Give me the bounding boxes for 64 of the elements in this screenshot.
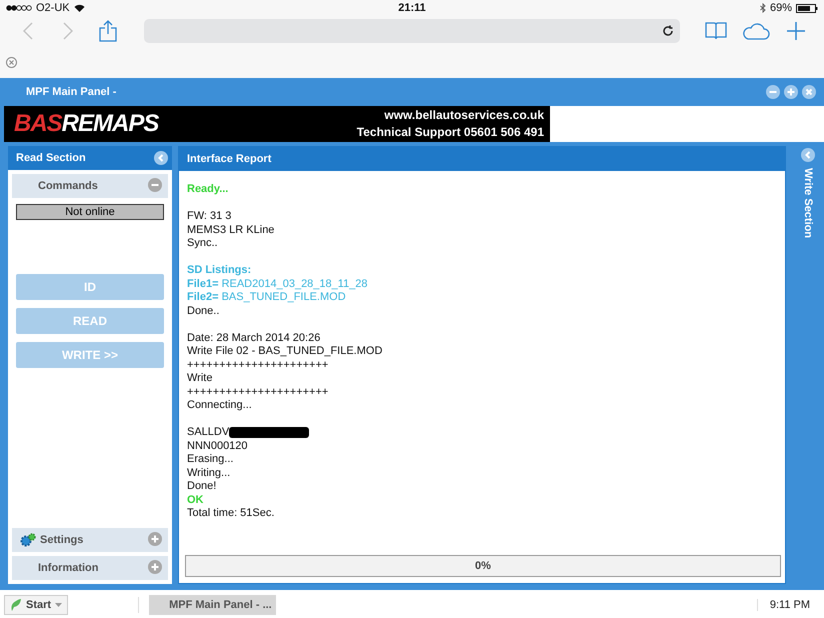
log-line: NNN000120: [187, 440, 249, 453]
log-line: Total time: 51Sec.: [187, 507, 276, 520]
accordion-header[interactable]: Information: [12, 556, 168, 580]
log-line: Date: 28 March 2014 20:26: [187, 332, 322, 345]
minimize-button[interactable]: [766, 85, 780, 99]
accordion-header[interactable]: Commands: [12, 174, 168, 198]
wifi-icon: [74, 4, 85, 12]
close-button[interactable]: [802, 85, 816, 99]
caret-icon: [55, 603, 62, 607]
maximize-button[interactable]: [784, 85, 798, 99]
log-line: Erasing...: [187, 453, 234, 466]
leaf-icon: [10, 598, 22, 612]
clock: 21:11: [398, 2, 426, 14]
accordion-title: Settings: [40, 534, 84, 546]
log-line: OK: [187, 494, 204, 507]
file-listing: File2= BAS_TUNED_FILE.MOD: [187, 291, 347, 304]
collapse-button[interactable]: [148, 178, 162, 192]
share-icon[interactable]: [99, 20, 117, 42]
panel-title: Read Section: [16, 152, 86, 164]
gears-icon: [20, 533, 36, 547]
battery-percentage: 69%: [770, 2, 792, 14]
address-field[interactable]: [144, 19, 680, 43]
start-button[interactable]: Start: [4, 595, 68, 615]
log-line: ++++++++++++++++++++++: [187, 358, 330, 372]
status-field: Not online: [16, 204, 164, 220]
progress-reading: 0%: [475, 560, 491, 572]
log-line: Write File 02 - BAS_TUNED_FILE.MOD: [187, 345, 384, 358]
file-listing: File1= READ2014_03_28_18_11_28: [187, 278, 369, 291]
log-line: Writing...: [187, 466, 232, 480]
panel-title: Interface Report: [187, 153, 272, 165]
plus-icon[interactable]: [787, 22, 805, 40]
logo: BASREMAPS: [14, 110, 158, 138]
log-line: Write: [187, 372, 214, 386]
close-icon[interactable]: [6, 56, 17, 68]
log-line: Sync..: [187, 237, 219, 250]
collapse-button[interactable]: [154, 151, 168, 165]
taskbar-item[interactable]: MPF Main Panel - ...: [149, 595, 276, 615]
signal-icon: [6, 5, 32, 11]
book-icon[interactable]: [705, 22, 727, 40]
log-heading: SD Listings:: [187, 264, 252, 278]
log-line: MEMS3 LR KLine: [187, 224, 276, 237]
log-line: FW: 31 3: [187, 210, 232, 224]
taskbar-clock: 9:11 PM: [756, 599, 820, 611]
expand-button[interactable]: [148, 560, 162, 574]
expand-button[interactable]: [801, 148, 815, 162]
accordion-title: Information: [38, 562, 98, 574]
website-url: www.bellautoservices.co.uk: [383, 107, 544, 124]
support-phone: Technical Support 05601 506 491: [356, 124, 544, 141]
log-line: Connecting...: [187, 399, 253, 412]
carrier-name: O2-UK: [36, 2, 70, 14]
accordion-header[interactable]: Settings: [12, 528, 168, 552]
accordion-title: Commands: [38, 180, 98, 192]
cloud-icon[interactable]: [742, 22, 770, 40]
log-line: SALLDV: [187, 426, 230, 440]
bluetooth-icon: [760, 3, 766, 13]
panel-title: Write Section: [802, 168, 814, 238]
reload-icon[interactable]: [662, 25, 674, 37]
expand-button[interactable]: [148, 532, 162, 546]
log-line: Done!: [187, 480, 218, 494]
log-line: Ready...: [187, 183, 230, 196]
log-line: Done..: [187, 304, 220, 318]
log-line: ++++++++++++++++++++++: [187, 386, 330, 399]
battery-icon: [796, 4, 818, 12]
window-title: MPF Main Panel -: [26, 86, 116, 98]
